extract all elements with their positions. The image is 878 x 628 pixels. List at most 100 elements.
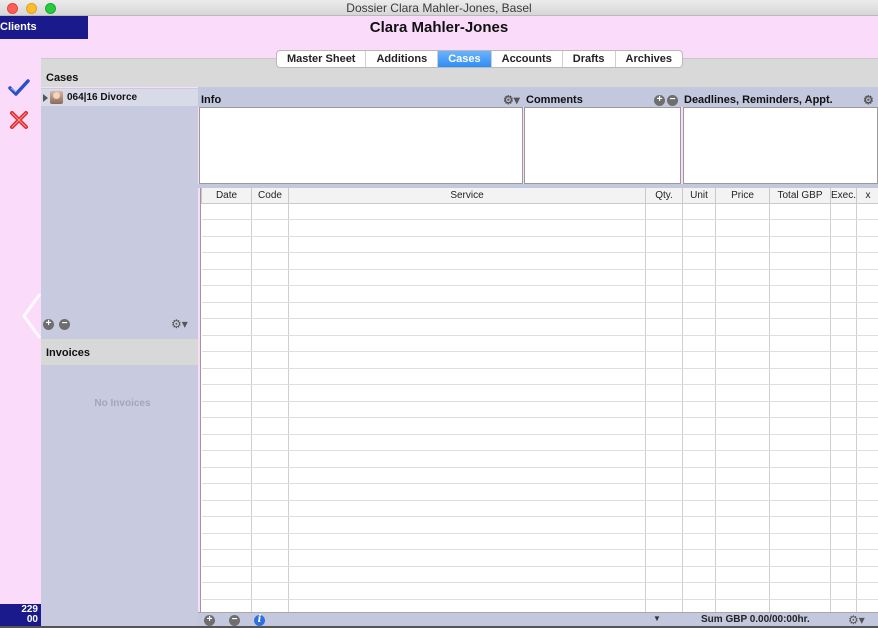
table-cell[interactable] <box>769 417 831 435</box>
table-cell[interactable] <box>856 219 878 237</box>
remove-comment-icon[interactable]: − <box>667 95 678 106</box>
table-cell[interactable] <box>856 467 878 484</box>
table-cell[interactable] <box>682 467 716 484</box>
table-cell[interactable] <box>201 450 252 468</box>
table-cell[interactable] <box>715 450 770 468</box>
table-row[interactable] <box>201 549 878 567</box>
table-cell[interactable] <box>830 219 857 237</box>
table-row[interactable] <box>201 269 878 286</box>
table-row[interactable] <box>201 368 878 385</box>
column-header-code[interactable]: Code <box>251 188 289 204</box>
table-cell[interactable] <box>830 351 857 369</box>
table-cell[interactable] <box>645 302 683 319</box>
table-cell[interactable] <box>288 351 646 369</box>
table-cell[interactable] <box>645 252 683 270</box>
table-cell[interactable] <box>645 219 683 237</box>
table-cell[interactable] <box>856 252 878 270</box>
table-cell[interactable] <box>715 599 770 612</box>
remove-service-icon[interactable]: − <box>229 615 240 626</box>
table-cell[interactable] <box>715 516 770 534</box>
table-cell[interactable] <box>682 450 716 468</box>
table-cell[interactable] <box>830 434 857 451</box>
table-cell[interactable] <box>682 533 716 550</box>
cancel-x-icon[interactable] <box>8 109 30 131</box>
table-cell[interactable] <box>645 549 683 567</box>
table-cell[interactable] <box>856 302 878 319</box>
table-cell[interactable] <box>201 236 252 253</box>
table-cell[interactable] <box>251 219 289 237</box>
dropdown-arrow-icon[interactable]: ▼ <box>653 614 661 623</box>
table-cell[interactable] <box>769 533 831 550</box>
table-cell[interactable] <box>251 500 289 517</box>
table-cell[interactable] <box>769 236 831 253</box>
close-window-icon[interactable] <box>7 3 18 14</box>
table-cell[interactable] <box>856 335 878 352</box>
table-cell[interactable] <box>856 599 878 612</box>
table-cell[interactable] <box>682 599 716 612</box>
table-cell[interactable] <box>201 368 252 385</box>
table-cell[interactable] <box>715 566 770 583</box>
table-cell[interactable] <box>769 549 831 567</box>
table-cell[interactable] <box>288 434 646 451</box>
table-row[interactable] <box>201 401 878 418</box>
table-cell[interactable] <box>830 599 857 612</box>
tab-accounts[interactable]: Accounts <box>492 51 563 67</box>
case-list-item[interactable]: 064|16 Divorce <box>41 89 198 106</box>
table-cell[interactable] <box>856 236 878 253</box>
table-row[interactable] <box>201 434 878 451</box>
table-cell[interactable] <box>645 533 683 550</box>
table-cell[interactable] <box>201 203 252 220</box>
table-cell[interactable] <box>769 203 831 220</box>
table-cell[interactable] <box>251 599 289 612</box>
table-cell[interactable] <box>769 582 831 600</box>
table-cell[interactable] <box>856 368 878 385</box>
table-cell[interactable] <box>769 351 831 369</box>
table-cell[interactable] <box>856 434 878 451</box>
deadlines-list-area[interactable] <box>683 107 878 184</box>
table-cell[interactable] <box>682 384 716 402</box>
table-cell[interactable] <box>715 434 770 451</box>
table-cell[interactable] <box>288 318 646 336</box>
table-cell[interactable] <box>715 285 770 303</box>
table-row[interactable] <box>201 318 878 336</box>
column-header-service[interactable]: Service <box>288 188 646 204</box>
table-cell[interactable] <box>645 236 683 253</box>
column-header-total[interactable]: Total GBP <box>769 188 831 204</box>
table-cell[interactable] <box>830 566 857 583</box>
table-cell[interactable] <box>682 500 716 517</box>
table-cell[interactable] <box>715 533 770 550</box>
table-cell[interactable] <box>201 318 252 336</box>
table-cell[interactable] <box>769 368 831 385</box>
table-cell[interactable] <box>288 417 646 435</box>
table-row[interactable] <box>201 417 878 435</box>
table-cell[interactable] <box>856 500 878 517</box>
table-cell[interactable] <box>288 516 646 534</box>
table-cell[interactable] <box>288 582 646 600</box>
table-cell[interactable] <box>251 252 289 270</box>
table-cell[interactable] <box>251 236 289 253</box>
table-row[interactable] <box>201 450 878 468</box>
table-cell[interactable] <box>682 219 716 237</box>
table-cell[interactable] <box>645 434 683 451</box>
table-cell[interactable] <box>830 368 857 385</box>
table-cell[interactable] <box>201 533 252 550</box>
table-cell[interactable] <box>769 302 831 319</box>
table-cell[interactable] <box>769 516 831 534</box>
disclosure-triangle-icon[interactable] <box>43 93 48 102</box>
column-header-unit[interactable]: Unit <box>682 188 716 204</box>
table-cell[interactable] <box>645 203 683 220</box>
table-row[interactable] <box>201 351 878 369</box>
table-cell[interactable] <box>856 269 878 286</box>
table-cell[interactable] <box>715 351 770 369</box>
cases-gear-menu-icon[interactable]: ⚙▾ <box>171 317 188 331</box>
table-cell[interactable] <box>645 516 683 534</box>
table-cell[interactable] <box>769 269 831 286</box>
table-cell[interactable] <box>288 599 646 612</box>
table-cell[interactable] <box>201 302 252 319</box>
zoom-window-icon[interactable] <box>45 3 56 14</box>
table-cell[interactable] <box>201 582 252 600</box>
table-cell[interactable] <box>769 335 831 352</box>
table-cell[interactable] <box>856 549 878 567</box>
table-cell[interactable] <box>288 269 646 286</box>
table-cell[interactable] <box>682 549 716 567</box>
